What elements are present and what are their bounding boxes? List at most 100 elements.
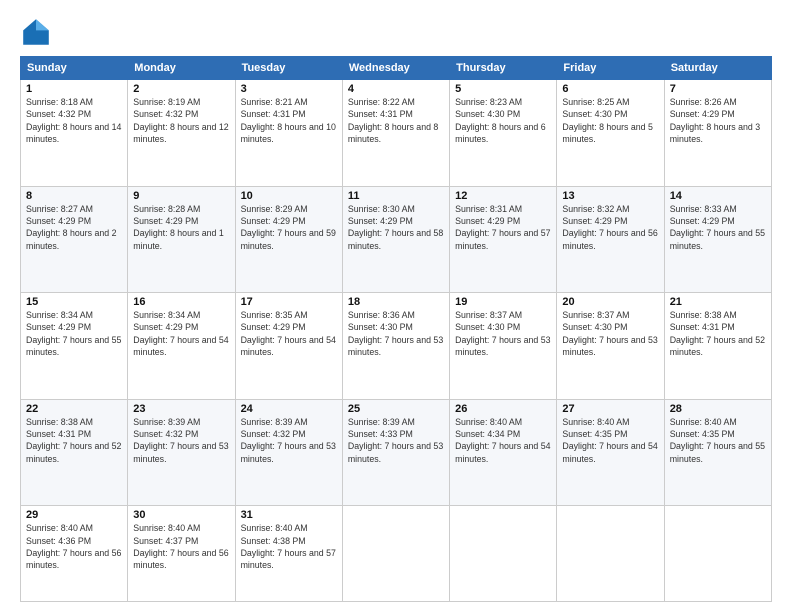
day-number: 22 — [26, 403, 122, 415]
calendar-cell: 2 Sunrise: 8:19 AMSunset: 4:32 PMDayligh… — [128, 80, 235, 187]
weekday-header: Monday — [128, 57, 235, 80]
weekday-header: Friday — [557, 57, 664, 80]
day-info: Sunrise: 8:19 AMSunset: 4:32 PMDaylight:… — [133, 96, 229, 145]
calendar-cell: 5 Sunrise: 8:23 AMSunset: 4:30 PMDayligh… — [450, 80, 557, 187]
calendar-week-row: 29 Sunrise: 8:40 AMSunset: 4:36 PMDaylig… — [21, 506, 772, 602]
weekday-header: Tuesday — [235, 57, 342, 80]
day-number: 10 — [241, 190, 337, 202]
calendar-cell: 6 Sunrise: 8:25 AMSunset: 4:30 PMDayligh… — [557, 80, 664, 187]
day-info: Sunrise: 8:34 AMSunset: 4:29 PMDaylight:… — [133, 309, 229, 358]
calendar-cell: 8 Sunrise: 8:27 AMSunset: 4:29 PMDayligh… — [21, 186, 128, 293]
day-info: Sunrise: 8:34 AMSunset: 4:29 PMDaylight:… — [26, 309, 122, 358]
day-number: 13 — [562, 190, 658, 202]
day-number: 16 — [133, 296, 229, 308]
weekday-header: Wednesday — [342, 57, 449, 80]
day-info: Sunrise: 8:32 AMSunset: 4:29 PMDaylight:… — [562, 203, 658, 252]
day-number: 20 — [562, 296, 658, 308]
weekday-header: Sunday — [21, 57, 128, 80]
day-number: 2 — [133, 83, 229, 95]
calendar-cell: 1 Sunrise: 8:18 AMSunset: 4:32 PMDayligh… — [21, 80, 128, 187]
calendar-cell: 16 Sunrise: 8:34 AMSunset: 4:29 PMDaylig… — [128, 293, 235, 400]
day-info: Sunrise: 8:40 AMSunset: 4:35 PMDaylight:… — [670, 416, 766, 465]
day-info: Sunrise: 8:25 AMSunset: 4:30 PMDaylight:… — [562, 96, 658, 145]
page: SundayMondayTuesdayWednesdayThursdayFrid… — [0, 0, 792, 612]
logo-icon — [20, 16, 52, 48]
day-info: Sunrise: 8:18 AMSunset: 4:32 PMDaylight:… — [26, 96, 122, 145]
calendar-header-row: SundayMondayTuesdayWednesdayThursdayFrid… — [21, 57, 772, 80]
day-info: Sunrise: 8:40 AMSunset: 4:35 PMDaylight:… — [562, 416, 658, 465]
day-number: 25 — [348, 403, 444, 415]
day-number: 29 — [26, 509, 122, 521]
calendar-table: SundayMondayTuesdayWednesdayThursdayFrid… — [20, 56, 772, 602]
calendar-cell: 10 Sunrise: 8:29 AMSunset: 4:29 PMDaylig… — [235, 186, 342, 293]
day-info: Sunrise: 8:40 AMSunset: 4:37 PMDaylight:… — [133, 522, 229, 571]
calendar-week-row: 8 Sunrise: 8:27 AMSunset: 4:29 PMDayligh… — [21, 186, 772, 293]
day-number: 30 — [133, 509, 229, 521]
calendar-cell: 21 Sunrise: 8:38 AMSunset: 4:31 PMDaylig… — [664, 293, 771, 400]
calendar-cell: 25 Sunrise: 8:39 AMSunset: 4:33 PMDaylig… — [342, 399, 449, 506]
calendar-cell: 3 Sunrise: 8:21 AMSunset: 4:31 PMDayligh… — [235, 80, 342, 187]
calendar-cell: 27 Sunrise: 8:40 AMSunset: 4:35 PMDaylig… — [557, 399, 664, 506]
calendar-cell: 14 Sunrise: 8:33 AMSunset: 4:29 PMDaylig… — [664, 186, 771, 293]
day-info: Sunrise: 8:37 AMSunset: 4:30 PMDaylight:… — [562, 309, 658, 358]
day-number: 24 — [241, 403, 337, 415]
day-info: Sunrise: 8:40 AMSunset: 4:34 PMDaylight:… — [455, 416, 551, 465]
day-number: 8 — [26, 190, 122, 202]
day-info: Sunrise: 8:36 AMSunset: 4:30 PMDaylight:… — [348, 309, 444, 358]
day-info: Sunrise: 8:30 AMSunset: 4:29 PMDaylight:… — [348, 203, 444, 252]
day-number: 15 — [26, 296, 122, 308]
day-info: Sunrise: 8:35 AMSunset: 4:29 PMDaylight:… — [241, 309, 337, 358]
calendar-cell: 17 Sunrise: 8:35 AMSunset: 4:29 PMDaylig… — [235, 293, 342, 400]
day-number: 18 — [348, 296, 444, 308]
calendar-cell: 23 Sunrise: 8:39 AMSunset: 4:32 PMDaylig… — [128, 399, 235, 506]
day-number: 27 — [562, 403, 658, 415]
day-number: 19 — [455, 296, 551, 308]
day-number: 21 — [670, 296, 766, 308]
calendar-cell: 24 Sunrise: 8:39 AMSunset: 4:32 PMDaylig… — [235, 399, 342, 506]
calendar-week-row: 22 Sunrise: 8:38 AMSunset: 4:31 PMDaylig… — [21, 399, 772, 506]
day-number: 14 — [670, 190, 766, 202]
day-number: 9 — [133, 190, 229, 202]
day-info: Sunrise: 8:21 AMSunset: 4:31 PMDaylight:… — [241, 96, 337, 145]
calendar-cell: 29 Sunrise: 8:40 AMSunset: 4:36 PMDaylig… — [21, 506, 128, 602]
day-info: Sunrise: 8:39 AMSunset: 4:32 PMDaylight:… — [241, 416, 337, 465]
calendar-cell: 22 Sunrise: 8:38 AMSunset: 4:31 PMDaylig… — [21, 399, 128, 506]
calendar-week-row: 1 Sunrise: 8:18 AMSunset: 4:32 PMDayligh… — [21, 80, 772, 187]
calendar-cell: 31 Sunrise: 8:40 AMSunset: 4:38 PMDaylig… — [235, 506, 342, 602]
calendar-cell: 20 Sunrise: 8:37 AMSunset: 4:30 PMDaylig… — [557, 293, 664, 400]
calendar-cell: 7 Sunrise: 8:26 AMSunset: 4:29 PMDayligh… — [664, 80, 771, 187]
day-number: 5 — [455, 83, 551, 95]
calendar-cell: 12 Sunrise: 8:31 AMSunset: 4:29 PMDaylig… — [450, 186, 557, 293]
calendar-cell — [450, 506, 557, 602]
day-number: 1 — [26, 83, 122, 95]
calendar-cell: 11 Sunrise: 8:30 AMSunset: 4:29 PMDaylig… — [342, 186, 449, 293]
calendar-cell: 28 Sunrise: 8:40 AMSunset: 4:35 PMDaylig… — [664, 399, 771, 506]
weekday-header: Saturday — [664, 57, 771, 80]
weekday-header: Thursday — [450, 57, 557, 80]
day-info: Sunrise: 8:31 AMSunset: 4:29 PMDaylight:… — [455, 203, 551, 252]
day-number: 11 — [348, 190, 444, 202]
day-info: Sunrise: 8:38 AMSunset: 4:31 PMDaylight:… — [26, 416, 122, 465]
day-number: 17 — [241, 296, 337, 308]
day-info: Sunrise: 8:38 AMSunset: 4:31 PMDaylight:… — [670, 309, 766, 358]
day-number: 23 — [133, 403, 229, 415]
calendar-cell: 4 Sunrise: 8:22 AMSunset: 4:31 PMDayligh… — [342, 80, 449, 187]
day-info: Sunrise: 8:29 AMSunset: 4:29 PMDaylight:… — [241, 203, 337, 252]
logo — [20, 16, 56, 48]
day-number: 28 — [670, 403, 766, 415]
day-number: 26 — [455, 403, 551, 415]
day-info: Sunrise: 8:23 AMSunset: 4:30 PMDaylight:… — [455, 96, 551, 145]
header — [20, 16, 772, 48]
calendar-cell: 13 Sunrise: 8:32 AMSunset: 4:29 PMDaylig… — [557, 186, 664, 293]
calendar-week-row: 15 Sunrise: 8:34 AMSunset: 4:29 PMDaylig… — [21, 293, 772, 400]
calendar-cell: 15 Sunrise: 8:34 AMSunset: 4:29 PMDaylig… — [21, 293, 128, 400]
calendar-cell: 18 Sunrise: 8:36 AMSunset: 4:30 PMDaylig… — [342, 293, 449, 400]
day-info: Sunrise: 8:39 AMSunset: 4:32 PMDaylight:… — [133, 416, 229, 465]
calendar-cell: 9 Sunrise: 8:28 AMSunset: 4:29 PMDayligh… — [128, 186, 235, 293]
calendar-cell — [342, 506, 449, 602]
day-info: Sunrise: 8:33 AMSunset: 4:29 PMDaylight:… — [670, 203, 766, 252]
day-info: Sunrise: 8:27 AMSunset: 4:29 PMDaylight:… — [26, 203, 122, 252]
day-number: 12 — [455, 190, 551, 202]
day-info: Sunrise: 8:26 AMSunset: 4:29 PMDaylight:… — [670, 96, 766, 145]
calendar-cell: 26 Sunrise: 8:40 AMSunset: 4:34 PMDaylig… — [450, 399, 557, 506]
